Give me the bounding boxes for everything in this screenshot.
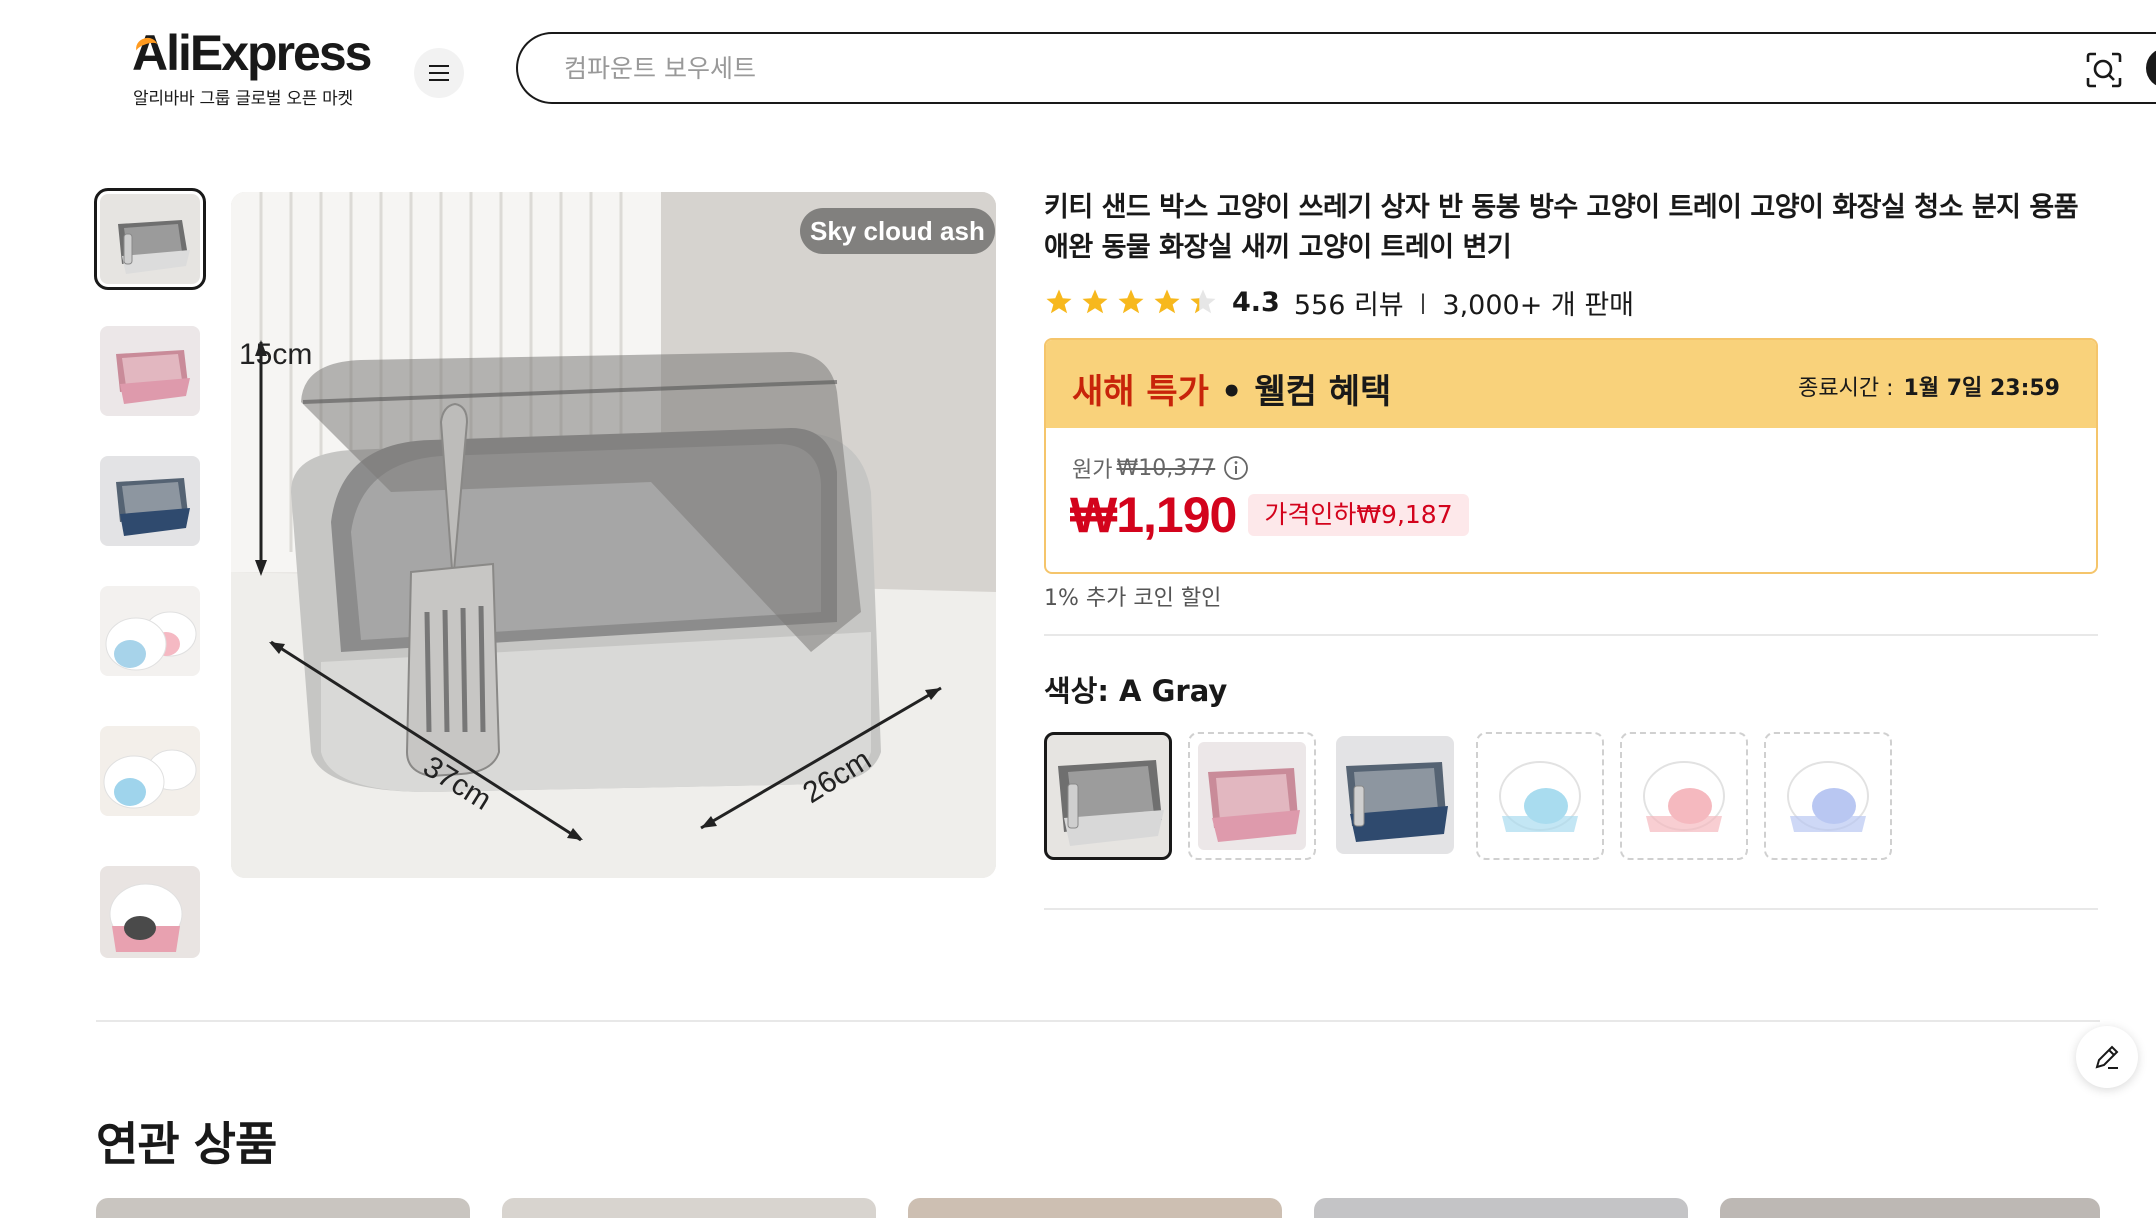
partial-star-icon bbox=[1190, 289, 1216, 314]
star-icon bbox=[1118, 289, 1144, 314]
related-products-title: 연관 상품 bbox=[96, 1117, 277, 1171]
rating-row[interactable]: 4.3 556 리뷰 | 3,000+ 개 판매 bbox=[1044, 282, 1634, 322]
related-product-card[interactable] bbox=[96, 1198, 470, 1218]
header: AliExpress 알리바바 그룹 글로벌 오픈 마켓 bbox=[0, 0, 2156, 120]
timer-value: 1월 7일 23:59 bbox=[1903, 376, 2060, 401]
promo-title-accent: 새해 특가 bbox=[1072, 372, 1209, 412]
divider: | bbox=[1419, 290, 1427, 314]
related-product-card[interactable] bbox=[1720, 1198, 2100, 1218]
rating-value: 4.3 bbox=[1232, 286, 1280, 318]
star-icon bbox=[1046, 289, 1072, 314]
star-icon bbox=[1082, 289, 1108, 314]
original-price: ₩10,377 bbox=[1116, 455, 1216, 481]
variant-tag: Sky cloud ash bbox=[800, 208, 995, 254]
info-icon[interactable] bbox=[1223, 455, 1249, 481]
star-icon bbox=[1154, 289, 1180, 314]
promo-box: 새해 특가 • 웰컴 혜택 종료시간 : 1월 7일 23:59 원가 ₩10,3… bbox=[1044, 338, 2098, 574]
edit-button[interactable] bbox=[2076, 1026, 2138, 1088]
search-bar bbox=[516, 32, 2156, 104]
section-divider bbox=[96, 1020, 2100, 1022]
thumbnail-covered-blue[interactable] bbox=[100, 726, 200, 816]
menu-button[interactable] bbox=[414, 48, 464, 98]
color-swatch-blue[interactable] bbox=[1336, 736, 1454, 854]
color-swatch-pink[interactable] bbox=[1188, 732, 1316, 860]
related-product-card[interactable] bbox=[502, 1198, 876, 1218]
aliexpress-logo[interactable]: AliExpress 알리바바 그룹 글로벌 오픈 마켓 bbox=[132, 26, 382, 109]
thumbnail-pink[interactable] bbox=[100, 326, 200, 416]
color-swatch-covered-pink[interactable] bbox=[1620, 732, 1748, 860]
thumbnail-covered-pink[interactable] bbox=[100, 866, 200, 958]
search-button[interactable] bbox=[2146, 48, 2156, 88]
color-swatch-covered-blue[interactable] bbox=[1476, 732, 1604, 860]
divider bbox=[1044, 634, 2098, 636]
promo-timer: 종료시간 : 1월 7일 23:59 bbox=[1798, 370, 2060, 402]
color-swatch-covered-lavender[interactable] bbox=[1764, 732, 1892, 860]
sold-count: 3,000+ 개 판매 bbox=[1442, 289, 1635, 321]
hamburger-icon bbox=[429, 72, 449, 74]
timer-label: 종료시간 : bbox=[1798, 376, 1894, 401]
rating-stars bbox=[1044, 287, 1218, 317]
coin-discount-note: 1% 추가 코인 할인 bbox=[1044, 586, 1222, 611]
divider bbox=[1044, 908, 2098, 910]
pencil-icon bbox=[2095, 1045, 2119, 1069]
discount-badge: 가격인하₩9,187 bbox=[1248, 494, 1469, 536]
main-product-image[interactable]: 15cm 37cm 26cm bbox=[231, 192, 996, 878]
review-count[interactable]: 556 리뷰 bbox=[1294, 283, 1404, 322]
color-swatch-gray[interactable] bbox=[1044, 732, 1172, 860]
original-price-label: 원가 bbox=[1072, 458, 1113, 483]
search-input[interactable] bbox=[564, 50, 1964, 86]
original-price-row: 원가 ₩10,377 bbox=[1072, 452, 1249, 484]
related-product-card[interactable] bbox=[908, 1198, 1282, 1218]
promo-header: 새해 특가 • 웰컴 혜택 종료시간 : 1월 7일 23:59 bbox=[1046, 340, 2096, 428]
color-label: 색상: A Gray bbox=[1044, 674, 1228, 708]
thumbnail-covered-multi[interactable] bbox=[100, 586, 200, 676]
thumbnail-blue[interactable] bbox=[100, 456, 200, 546]
logo-subtitle: 알리바바 그룹 글로벌 오픈 마켓 bbox=[133, 89, 353, 109]
price-row: ₩1,190 가격인하₩9,187 bbox=[1070, 486, 1469, 544]
sale-price: ₩1,190 bbox=[1070, 487, 1237, 543]
promo-title: 새해 특가 • 웰컴 혜택 bbox=[1072, 364, 1391, 413]
thumbnail-gray[interactable] bbox=[94, 188, 206, 290]
camera-search-icon[interactable] bbox=[2084, 50, 2124, 90]
product-title: 키티 샌드 박스 고양이 쓰레기 상자 반 동봉 방수 고양이 트레이 고양이 … bbox=[1044, 192, 2079, 263]
related-product-card[interactable] bbox=[1314, 1198, 1688, 1218]
height-dimension-label: 15cm bbox=[239, 338, 312, 371]
promo-title-rest: • 웰컴 혜택 bbox=[1208, 372, 1392, 412]
logo-wordmark: AliExpress bbox=[132, 26, 382, 80]
